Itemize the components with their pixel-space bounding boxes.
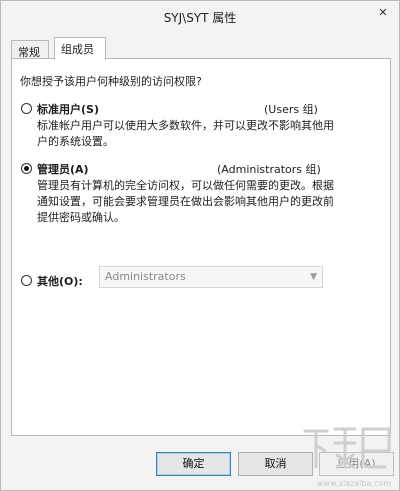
tab-group-membership[interactable]: 组成员	[54, 37, 106, 60]
administrator-description: 管理员有计算机的完全访问权，可以做任何需要的更改。根据 通知设置，可能会要求管理…	[37, 178, 382, 226]
title-bar: SYJ\SYT 属性 ✕	[1, 1, 399, 31]
administrators-group-tag: (Administrators 组)	[217, 163, 321, 176]
administrator-desc-line: 通知设置，可能会要求管理员在做出会影响其他用户的更改前	[37, 195, 334, 208]
tab-panel-group-membership: 你想授予该用户何种级别的访问权限? 标准用户(S) (Users 组) 标准帐户…	[11, 58, 391, 436]
administrator-label: 管理员(A)	[37, 163, 89, 176]
standard-user-option[interactable]: 标准用户(S) (Users 组)	[20, 101, 380, 117]
apply-button[interactable]: 应用(A)	[319, 452, 394, 476]
close-button[interactable]: ✕	[370, 2, 396, 22]
tab-general[interactable]: 常规	[11, 40, 49, 59]
properties-dialog: SYJ\SYT 属性 ✕ 常规 组成员 你想授予该用户何种级别的访问权限? 标准…	[0, 0, 400, 491]
window-title: SYJ\SYT 属性	[163, 11, 237, 25]
administrator-desc-line: 管理员有计算机的完全访问权，可以做任何需要的更改。根据	[37, 179, 334, 192]
cancel-button[interactable]: 取消	[238, 452, 313, 476]
standard-user-desc-line: 户的系统设置。	[37, 135, 114, 148]
other-label: 其他(O):	[37, 275, 83, 288]
other-group-select[interactable]: Administrators ▼	[99, 266, 323, 288]
watermark-url: www.xiazaiba.com	[316, 479, 391, 488]
administrator-radio[interactable]	[21, 163, 32, 174]
standard-user-description: 标准帐户用户可以使用大多数软件，并可以更改不影响其他用 户的系统设置。	[37, 118, 377, 150]
other-radio[interactable]	[21, 275, 32, 286]
ok-button[interactable]: 确定	[156, 452, 231, 476]
standard-user-radio[interactable]	[21, 103, 32, 114]
tab-strip: 常规 组成员	[11, 37, 391, 60]
close-icon: ✕	[378, 5, 388, 19]
users-group-tag: (Users 组)	[264, 103, 318, 116]
chevron-down-icon: ▼	[310, 272, 317, 282]
other-group-select-value: Administrators	[105, 270, 186, 283]
other-option[interactable]: 其他(O):	[20, 273, 95, 289]
administrator-option[interactable]: 管理员(A) (Administrators 组)	[20, 161, 380, 177]
access-question: 你想授予该用户何种级别的访问权限?	[20, 75, 202, 88]
standard-user-desc-line: 标准帐户用户可以使用大多数软件，并可以更改不影响其他用	[37, 119, 334, 132]
administrator-desc-line: 提供密码或确认。	[37, 211, 125, 224]
standard-user-label: 标准用户(S)	[37, 103, 99, 116]
